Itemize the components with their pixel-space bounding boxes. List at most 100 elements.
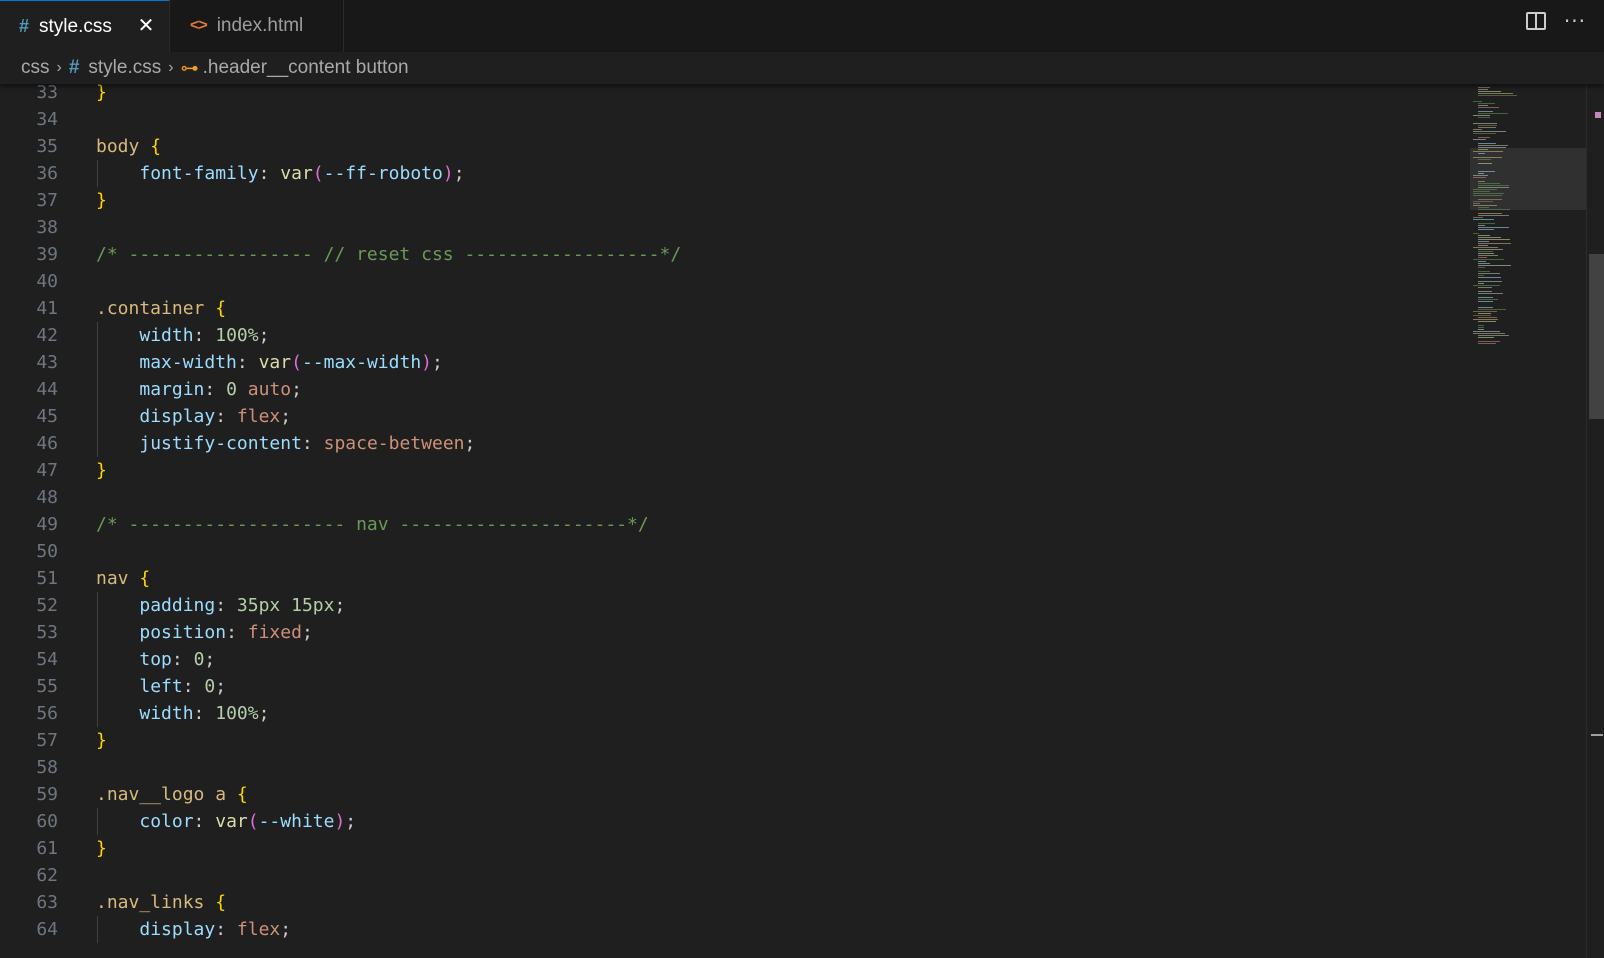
line-number: 63	[36, 892, 58, 913]
minimap-line	[1473, 331, 1500, 332]
minimap-line	[1478, 163, 1492, 164]
minimap-line	[1473, 101, 1482, 102]
code-token: 15px	[291, 595, 335, 616]
minimap-line	[1478, 181, 1485, 182]
code-line[interactable]: 63 .nav_links {	[0, 889, 1470, 916]
code-line[interactable]: 62	[0, 862, 1470, 889]
code-line[interactable]: 60 color: var(--white);	[0, 808, 1470, 835]
css-file-icon: #	[19, 16, 30, 36]
minimap-line	[1473, 123, 1497, 124]
code-token: var	[215, 811, 248, 832]
tab-style-css[interactable]: # style.css ✕	[0, 0, 170, 52]
code-token: :	[226, 622, 248, 643]
minimap-line	[1478, 317, 1497, 318]
code-line[interactable]: 36 font-family: var(--ff-roboto);	[0, 160, 1470, 187]
code-token: ;	[280, 919, 292, 940]
code-line[interactable]: 39 /* ----------------- // reset css ----…	[0, 241, 1470, 268]
tab-index-html[interactable]: <> index.html	[170, 0, 344, 52]
line-number: 64	[36, 919, 58, 940]
minimap-line	[1478, 291, 1492, 292]
code-token: }	[96, 730, 107, 751]
code-line[interactable]: 58	[0, 754, 1470, 781]
more-actions-icon[interactable]: ···	[1564, 11, 1586, 31]
code-token: --ff-roboto	[323, 163, 443, 184]
code-line[interactable]: 44 margin: 0 auto;	[0, 376, 1470, 403]
code-line[interactable]: 54 top: 0;	[0, 646, 1470, 673]
code-line[interactable]: 34	[0, 106, 1470, 133]
code-line[interactable]: 38	[0, 214, 1470, 241]
minimap-line	[1473, 139, 1486, 140]
code-line[interactable]: 42 width: 100%;	[0, 322, 1470, 349]
code-text: }	[96, 187, 107, 214]
minimap-line	[1473, 285, 1500, 286]
code-token: body	[96, 136, 140, 157]
code-line[interactable]: 47}	[0, 457, 1470, 484]
line-number: 48	[36, 487, 58, 508]
minimap-line	[1478, 239, 1510, 240]
code-token: :	[171, 649, 194, 670]
code-line[interactable]: 64 display: flex;	[0, 916, 1470, 943]
code-line[interactable]: 45 display: flex;	[0, 403, 1470, 430]
line-number: 57	[36, 730, 58, 751]
code-token: max-width	[139, 352, 237, 373]
code-line[interactable]: 57}	[0, 727, 1470, 754]
line-number: 54	[36, 649, 58, 670]
minimap-line	[1478, 105, 1488, 106]
minimap-line	[1478, 253, 1494, 254]
code-line[interactable]: 37}	[0, 187, 1470, 214]
editor-tab-bar: # style.css ✕ <> index.html ···	[0, 0, 1604, 53]
code-token: justify-content	[139, 433, 302, 454]
minimap-line	[1478, 265, 1511, 266]
breadcrumb: css › # style.css › ⊶ .header__content b…	[0, 52, 1604, 84]
scrollbar-thumb[interactable]	[1589, 254, 1604, 419]
minimap-line	[1473, 177, 1486, 178]
code-editor[interactable]: 33} 34 35 body {36 font-family: var(--ff-ro…	[0, 84, 1470, 958]
code-line[interactable]: 61}	[0, 835, 1470, 862]
code-line[interactable]: 46 justify-content: space-between;	[0, 430, 1470, 457]
code-line[interactable]: 53 position: fixed;	[0, 619, 1470, 646]
split-editor-icon[interactable]	[1525, 12, 1546, 30]
code-line[interactable]: 55 left: 0;	[0, 673, 1470, 700]
code-line[interactable]: 48	[0, 484, 1470, 511]
minimap-line	[1478, 183, 1500, 184]
code-line[interactable]: 56 width: 100%;	[0, 700, 1470, 727]
code-line[interactable]: 49 /* -------------------- nav ----------…	[0, 511, 1470, 538]
code-line[interactable]: 41 .container {	[0, 295, 1470, 322]
minimap-line	[1478, 271, 1490, 272]
code-line[interactable]: 59 .nav__logo a {	[0, 781, 1470, 808]
code-token: }	[96, 460, 107, 481]
code-text: width: 100%;	[96, 700, 269, 727]
code-token: :	[301, 433, 324, 454]
minimap[interactable]	[1470, 84, 1586, 958]
code-line[interactable]: 40	[0, 268, 1470, 295]
chevron-right-icon: ›	[56, 59, 62, 76]
code-line[interactable]: 35 body {	[0, 133, 1470, 160]
breadcrumb-folder[interactable]: css	[21, 57, 50, 79]
code-token: width	[139, 325, 194, 346]
code-text: .nav_links {	[96, 889, 226, 916]
code-line[interactable]: 52 padding: 35px 15px;	[0, 592, 1470, 619]
code-line[interactable]: 50	[0, 538, 1470, 565]
minimap-line	[1473, 247, 1498, 248]
code-token: width	[139, 703, 194, 724]
indent-guide	[97, 916, 98, 943]
code-text: left: 0;	[96, 673, 226, 700]
minimap-line	[1478, 89, 1488, 90]
breadcrumb-symbol[interactable]: .header__content button	[203, 57, 409, 79]
code-text: nav {	[96, 565, 150, 592]
code-line[interactable]: 33}	[0, 84, 1470, 106]
code-line[interactable]: 51 nav {	[0, 565, 1470, 592]
code-token: ;	[345, 811, 357, 832]
minimap-line	[1478, 147, 1506, 148]
close-icon[interactable]: ✕	[135, 15, 157, 37]
vertical-scrollbar[interactable]	[1586, 84, 1604, 958]
minimap-line	[1473, 315, 1491, 316]
breadcrumb-file[interactable]: style.css	[88, 57, 161, 79]
code-token: ;	[215, 676, 227, 697]
code-line[interactable]: 43 max-width: var(--max-width);	[0, 349, 1470, 376]
minimap-line	[1478, 111, 1493, 112]
